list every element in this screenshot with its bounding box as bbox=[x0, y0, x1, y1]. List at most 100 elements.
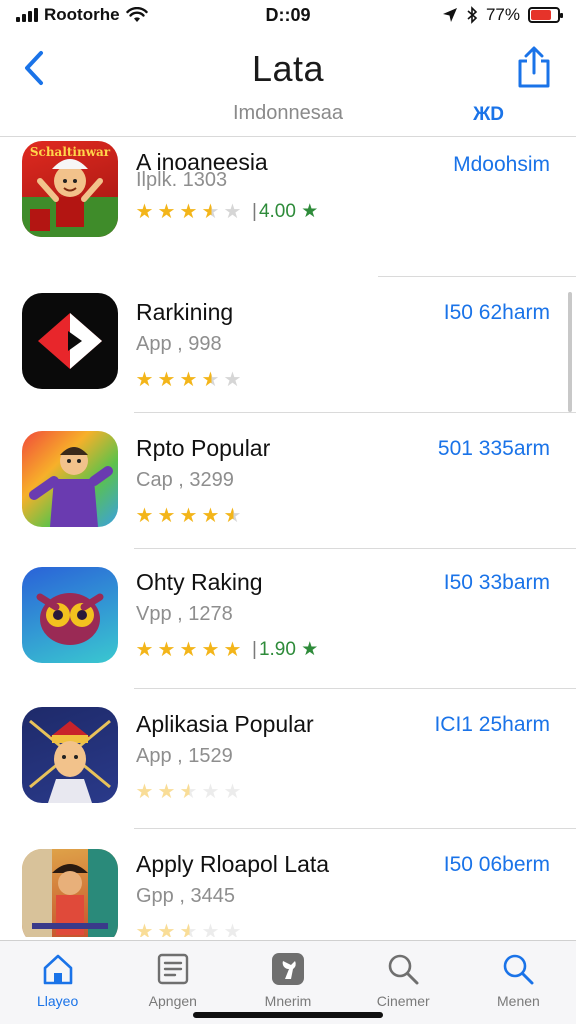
tab-label: Menen bbox=[497, 993, 540, 1009]
status-right: 77% bbox=[360, 5, 563, 25]
star-icon: ★ bbox=[223, 505, 242, 527]
share-icon bbox=[518, 46, 550, 88]
status-bar: Rootorhe D::09 77% bbox=[0, 0, 576, 30]
signal-icon bbox=[16, 8, 38, 22]
list-item[interactable]: Rarkining App , 998 ★ ★ ★ ★ ★ I50 62harm bbox=[0, 277, 576, 413]
warrior-portrait-icon bbox=[22, 707, 118, 803]
star-icon: ★ bbox=[179, 505, 198, 527]
star-icon: ★ bbox=[201, 921, 220, 937]
star-icon: ★ bbox=[201, 369, 220, 391]
subnav-link[interactable]: ЖD bbox=[473, 104, 504, 126]
get-button[interactable]: I50 62harm bbox=[444, 301, 550, 325]
battery-level bbox=[531, 10, 552, 20]
home-indicator bbox=[193, 1012, 383, 1018]
rating-stars: ★ ★ ★ ★ ★ | 1.90 ★ bbox=[134, 637, 319, 662]
tab-bar: Llayeo Apngen Mnerim Cinemer Menen bbox=[0, 940, 576, 1024]
star-icon: ★ bbox=[157, 369, 176, 391]
owl-mask-icon bbox=[22, 567, 118, 663]
cartoon-character-icon: Schaltinwar bbox=[22, 141, 118, 237]
rating-stars: ★ ★ ★ ★ ★ bbox=[134, 919, 243, 937]
tab-home[interactable]: Llayeo bbox=[0, 941, 115, 1024]
rating-value: | 4.00 ★ bbox=[252, 201, 319, 222]
rating-stars: ★ ★ ★ ★ ★ bbox=[134, 367, 243, 392]
star-icon: ★ bbox=[157, 781, 176, 803]
app-meta: Vpp , 1278 bbox=[136, 603, 233, 625]
street-boy-icon bbox=[22, 849, 118, 937]
get-button[interactable]: ICI1 25harm bbox=[434, 713, 550, 737]
star-icon: ★ bbox=[201, 781, 220, 803]
tool-icon bbox=[270, 951, 306, 987]
app-name[interactable]: Ohty Raking bbox=[136, 569, 263, 596]
carrier-name: Rootorhe bbox=[44, 5, 120, 24]
page-title: Lata bbox=[251, 48, 325, 89]
star-icon: ★ bbox=[223, 201, 242, 223]
app-meta: Cap , 3299 bbox=[136, 469, 234, 491]
star-icon: ★ bbox=[223, 369, 242, 391]
star-icon: ★ bbox=[157, 505, 176, 527]
app-list[interactable]: Schaltinwar A inoaneesia Ilplk. 1303 ★ ★ ★… bbox=[0, 137, 576, 937]
star-icon: ★ bbox=[157, 921, 176, 937]
share-button[interactable] bbox=[514, 44, 554, 90]
list-item[interactable]: Apply Rloapol Lata Gpp , 3445 ★ ★ ★ ★ ★ I50 … bbox=[0, 829, 576, 937]
search-icon bbox=[500, 951, 536, 987]
app-meta: Ilplk. 1303 bbox=[136, 169, 228, 191]
hero-character-icon bbox=[22, 431, 118, 527]
scrollbar[interactable] bbox=[568, 292, 572, 412]
rating-stars: ★ ★ ★ ★ ★ bbox=[134, 779, 243, 804]
get-button[interactable]: 501 335arm bbox=[438, 437, 550, 461]
star-icon: ★ bbox=[135, 369, 154, 391]
rating-stars: ★ ★ ★ ★ ★ bbox=[134, 503, 243, 528]
search-icon bbox=[385, 951, 421, 987]
rating-stars: ★ ★ ★ ★ ★ | 4.00 ★ bbox=[134, 199, 319, 224]
star-icon: ★ bbox=[179, 639, 198, 661]
play-logo-icon bbox=[22, 293, 118, 389]
get-button[interactable]: Mdoohsim bbox=[453, 153, 550, 177]
status-time: D::09 bbox=[265, 4, 311, 25]
app-name[interactable]: Rpto Popular bbox=[136, 435, 270, 462]
battery-percent: 77% bbox=[485, 5, 520, 24]
tab-label: Llayeo bbox=[36, 993, 79, 1009]
star-icon: ★ bbox=[201, 201, 220, 223]
star-icon: ★ bbox=[157, 201, 176, 223]
tab-label: Mnerim bbox=[264, 993, 312, 1009]
star-icon: ★ bbox=[223, 921, 242, 937]
list-icon bbox=[155, 951, 191, 987]
app-name[interactable]: Apply Rloapol Lata bbox=[136, 851, 329, 878]
star-icon: ★ bbox=[223, 639, 242, 661]
list-item[interactable]: Rpto Popular Cap , 3299 ★ ★ ★ ★ ★ 501 335arm bbox=[0, 413, 576, 549]
star-icon: ★ bbox=[135, 921, 154, 937]
get-button[interactable]: I50 06berm bbox=[444, 853, 550, 877]
sub-navigation: Imdonnesaa ЖD bbox=[0, 100, 576, 130]
get-button[interactable]: I50 33barm bbox=[444, 571, 550, 595]
rating-value: | 1.90 ★ bbox=[252, 639, 319, 660]
app-meta: App , 1529 bbox=[136, 745, 233, 767]
star-icon: ★ bbox=[135, 201, 154, 223]
star-icon: ★ bbox=[179, 201, 198, 223]
list-item[interactable]: Ohty Raking Vpp , 1278 ★ ★ ★ ★ ★ | 1.90 ★ I50 … bbox=[0, 549, 576, 689]
star-icon: ★ bbox=[201, 639, 220, 661]
tab-search-2[interactable]: Menen bbox=[461, 941, 576, 1024]
navigation-bar: Lata bbox=[0, 34, 576, 104]
star-icon: ★ bbox=[223, 781, 242, 803]
star-icon: ★ bbox=[179, 781, 198, 803]
home-icon bbox=[40, 951, 76, 987]
list-item[interactable]: Aplikasia Popular App , 1529 ★ ★ ★ ★ ★ ICI1 … bbox=[0, 689, 576, 829]
star-icon: ★ bbox=[135, 639, 154, 661]
location-arrow-icon bbox=[442, 8, 457, 22]
tab-label: Cinemer bbox=[376, 993, 430, 1009]
star-icon: ★ bbox=[178, 919, 199, 937]
app-name[interactable]: Aplikasia Popular bbox=[136, 711, 314, 738]
tab-label: Apngen bbox=[148, 993, 197, 1009]
wifi-icon bbox=[125, 7, 148, 22]
star-icon: ★ bbox=[179, 369, 198, 391]
battery-icon bbox=[528, 7, 563, 23]
icon-label: Schaltinwar bbox=[29, 145, 111, 159]
star-icon: ★ bbox=[135, 781, 154, 803]
app-name[interactable]: Rarkining bbox=[136, 299, 233, 326]
star-icon: ★ bbox=[157, 639, 176, 661]
list-item[interactable]: Schaltinwar A inoaneesia Ilplk. 1303 ★ ★ ★… bbox=[0, 137, 576, 277]
bluetooth-icon bbox=[467, 6, 478, 24]
star-icon: ★ bbox=[201, 505, 220, 527]
app-meta: Gpp , 3445 bbox=[136, 885, 235, 907]
status-left: Rootorhe bbox=[16, 5, 216, 25]
